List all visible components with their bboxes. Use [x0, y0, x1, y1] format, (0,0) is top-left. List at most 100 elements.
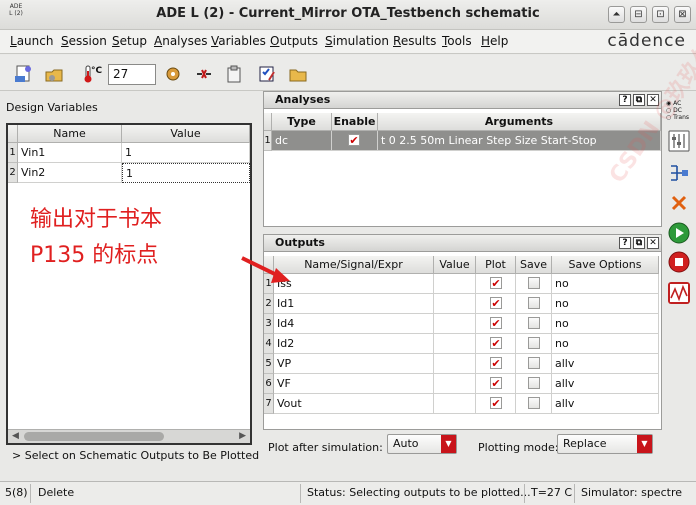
header-name[interactable]: Name	[18, 125, 122, 143]
menu-launch[interactable]: Launch	[10, 34, 53, 48]
output-name-cell[interactable]: Iss	[274, 274, 434, 294]
save-checkbox[interactable]	[528, 397, 540, 409]
horizontal-scrollbar[interactable]: ◀ ▶	[8, 429, 250, 443]
output-name-cell[interactable]: Id2	[274, 334, 434, 354]
plot-checkbox[interactable]: ✔	[490, 277, 502, 289]
save-checkbox[interactable]	[528, 357, 540, 369]
header-arguments[interactable]: Arguments	[378, 113, 661, 131]
save-checkbox[interactable]	[528, 317, 540, 329]
help-icon[interactable]: ?	[619, 237, 631, 249]
save-checkbox[interactable]	[528, 337, 540, 349]
chevron-down-icon[interactable]: ▼	[441, 435, 456, 453]
menu-setup[interactable]: Setup	[112, 34, 147, 48]
output-name-cell[interactable]: Id1	[274, 294, 434, 314]
output-plot-cell[interactable]: ✔	[476, 294, 516, 314]
plot-checkbox[interactable]: ✔	[490, 317, 502, 329]
folder-icon[interactable]	[288, 64, 308, 84]
stop-simulation-icon[interactable]	[668, 251, 690, 273]
netlist-run-icon[interactable]	[163, 64, 183, 84]
plot-checkbox[interactable]: ✔	[490, 357, 502, 369]
variable-value-cell[interactable]: 1	[122, 163, 250, 183]
probe-icon[interactable]	[194, 64, 214, 84]
output-save-option-cell[interactable]: allv	[552, 374, 659, 394]
menu-session[interactable]: Session	[61, 34, 107, 48]
menu-tools[interactable]: Tools	[442, 34, 472, 48]
plot-after-select[interactable]: Auto ▼	[387, 434, 457, 454]
menu-outputs[interactable]: Outputs	[270, 34, 318, 48]
output-plot-cell[interactable]: ✔	[476, 334, 516, 354]
output-plot-cell[interactable]: ✔	[476, 314, 516, 334]
output-save-option-cell[interactable]: no	[552, 334, 659, 354]
save-checkbox[interactable]	[528, 377, 540, 389]
plot-checkbox[interactable]: ✔	[490, 377, 502, 389]
plot-checkbox[interactable]: ✔	[490, 337, 502, 349]
save-checkbox[interactable]	[528, 277, 540, 289]
output-plot-cell[interactable]: ✔	[476, 394, 516, 414]
menu-help[interactable]: Help	[481, 34, 508, 48]
output-save-option-cell[interactable]: no	[552, 274, 659, 294]
open-schematic-icon[interactable]	[14, 64, 34, 84]
scroll-left-icon[interactable]: ◀	[12, 431, 19, 441]
plot-checkbox[interactable]: ✔	[490, 297, 502, 309]
menu-simulation[interactable]: Simulation	[325, 34, 389, 48]
plotting-mode-select[interactable]: Replace ▼	[557, 434, 653, 454]
header-name-signal[interactable]: Name/Signal/Expr	[274, 256, 434, 274]
close-icon[interactable]: ✕	[647, 237, 659, 249]
output-save-cell[interactable]	[516, 354, 552, 374]
run-simulation-icon[interactable]	[668, 222, 690, 244]
plot-checkbox[interactable]: ✔	[490, 397, 502, 409]
help-icon[interactable]: ?	[619, 94, 631, 106]
variable-name-cell[interactable]: Vin2	[18, 163, 122, 183]
minimize-button[interactable]: ⊟	[630, 6, 647, 23]
output-save-cell[interactable]	[516, 294, 552, 314]
header-save-options[interactable]: Save Options	[552, 256, 659, 274]
plot-waveform-icon[interactable]	[668, 282, 690, 304]
output-save-cell[interactable]	[516, 314, 552, 334]
close-button[interactable]: ⊠	[674, 6, 691, 23]
output-save-cell[interactable]	[516, 394, 552, 414]
float-icon[interactable]: ⧉	[633, 94, 645, 106]
maximize-button[interactable]: ⊡	[652, 6, 669, 23]
header-value[interactable]: Value	[434, 256, 476, 274]
output-save-cell[interactable]	[516, 334, 552, 354]
menu-variables[interactable]: Variables	[211, 34, 266, 48]
output-name-cell[interactable]: Id4	[274, 314, 434, 334]
delete-x-icon[interactable]	[668, 192, 690, 214]
header-enable[interactable]: Enable	[332, 113, 378, 131]
menu-results[interactable]: Results	[393, 34, 436, 48]
output-save-option-cell[interactable]: no	[552, 294, 659, 314]
header-plot[interactable]: Plot	[476, 256, 516, 274]
output-name-cell[interactable]: Vout	[274, 394, 434, 414]
output-save-cell[interactable]	[516, 274, 552, 294]
chevron-down-icon[interactable]: ▼	[637, 435, 652, 453]
scroll-right-icon[interactable]: ▶	[239, 431, 246, 441]
variable-value-cell[interactable]: 1	[122, 143, 250, 163]
output-name-cell[interactable]: VP	[274, 354, 434, 374]
netlist-tree-icon[interactable]	[668, 162, 690, 184]
clipboard-icon[interactable]	[224, 64, 244, 84]
float-icon[interactable]: ⧉	[633, 237, 645, 249]
header-value[interactable]: Value	[122, 125, 250, 143]
output-name-cell[interactable]: VF	[274, 374, 434, 394]
output-save-option-cell[interactable]: no	[552, 314, 659, 334]
output-save-option-cell[interactable]: allv	[552, 354, 659, 374]
header-save[interactable]: Save	[516, 256, 552, 274]
output-plot-cell[interactable]: ✔	[476, 354, 516, 374]
scrollbar-thumb[interactable]	[24, 432, 164, 441]
output-plot-cell[interactable]: ✔	[476, 374, 516, 394]
output-plot-cell[interactable]: ✔	[476, 274, 516, 294]
output-save-cell[interactable]	[516, 374, 552, 394]
window-menu-button[interactable]: ⏶	[608, 6, 625, 23]
edit-checklist-icon[interactable]	[257, 64, 277, 84]
output-save-option-cell[interactable]: allv	[552, 394, 659, 414]
header-type[interactable]: Type	[272, 113, 332, 131]
temperature-input[interactable]: 27	[108, 64, 156, 85]
save-checkbox[interactable]	[528, 297, 540, 309]
load-state-icon[interactable]	[44, 64, 64, 84]
variable-name-cell[interactable]: Vin1	[18, 143, 122, 163]
analysis-enable-cell[interactable]: ✔	[332, 131, 378, 151]
settings-panel-icon[interactable]	[668, 130, 690, 152]
analysis-type-cell[interactable]: dc	[272, 131, 332, 151]
menu-analyses[interactable]: Analyses	[154, 34, 208, 48]
enable-checkbox[interactable]: ✔	[348, 134, 360, 146]
